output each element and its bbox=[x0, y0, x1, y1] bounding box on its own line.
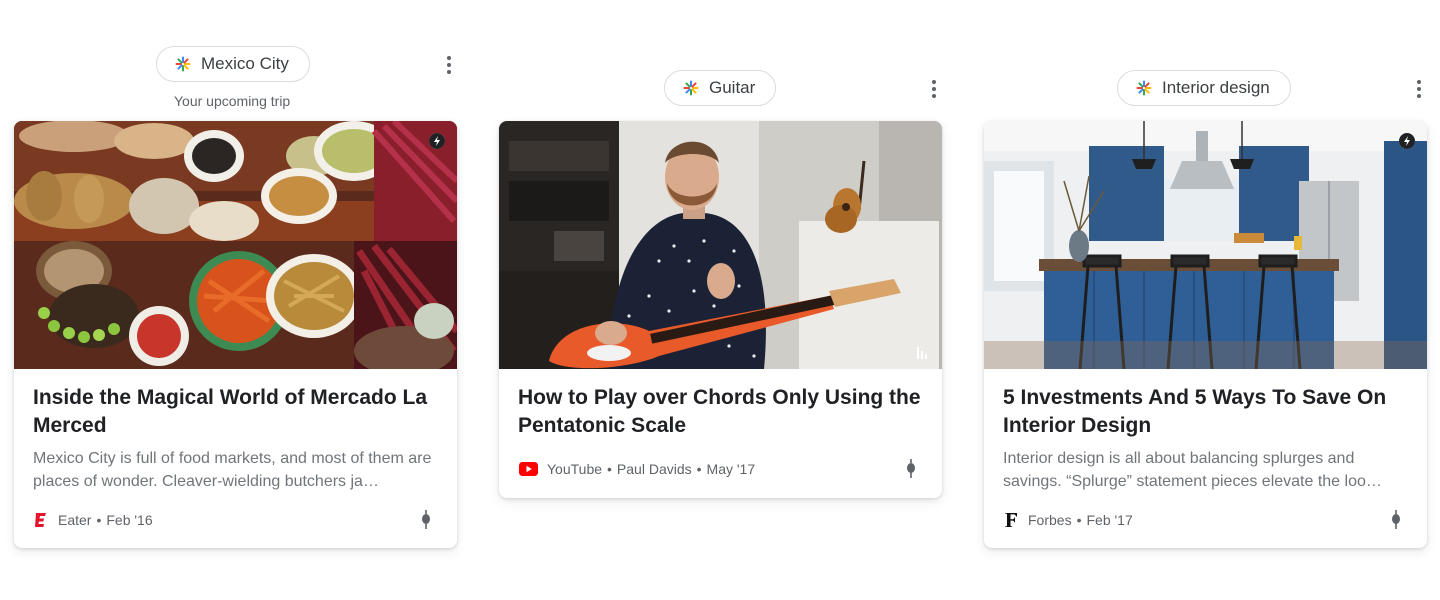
sparkle-icon bbox=[1136, 80, 1152, 96]
feed-column-interior-design: Interior design 5 Investments And 5 Ways… bbox=[984, 0, 1427, 600]
article-card-body: Inside the Magical World of Mercado La M… bbox=[14, 369, 457, 530]
eater-logo-icon bbox=[33, 512, 49, 528]
article-date: Feb '17 bbox=[1086, 512, 1133, 528]
topic-chip-guitar[interactable]: Guitar bbox=[664, 70, 777, 106]
topic-chip-subtitle: Your upcoming trip bbox=[174, 93, 291, 109]
topic-chip-mexico-city[interactable]: Mexico City bbox=[156, 46, 310, 82]
article-source: Eater bbox=[58, 512, 92, 528]
meta-separator: • bbox=[1076, 512, 1082, 528]
more-options-icon[interactable] bbox=[922, 77, 946, 101]
video-date: May '17 bbox=[706, 461, 756, 477]
article-meta: Eater • Feb '16 bbox=[33, 510, 438, 530]
youtube-play-icon bbox=[518, 461, 538, 477]
meta-separator: • bbox=[607, 461, 612, 477]
article-thumbnail[interactable] bbox=[984, 121, 1427, 369]
pin-icon[interactable] bbox=[414, 508, 438, 532]
blue-kitchen-image bbox=[984, 121, 1427, 369]
amp-lightning-icon bbox=[429, 133, 445, 149]
meta-separator: • bbox=[696, 461, 702, 477]
video-card[interactable]: How to Play over Chords Only Using the P… bbox=[499, 121, 942, 498]
article-card[interactable]: 5 Investments And 5 Ways To Save On Inte… bbox=[984, 121, 1427, 548]
more-options-icon[interactable] bbox=[437, 53, 461, 77]
topic-chip-label: Guitar bbox=[709, 78, 756, 97]
sparkle-icon bbox=[175, 56, 191, 72]
video-thumbnail[interactable] bbox=[499, 121, 942, 369]
article-thumbnail[interactable] bbox=[14, 121, 457, 369]
guitar-lesson-image bbox=[499, 121, 942, 369]
video-author: Paul Davids bbox=[616, 461, 692, 477]
article-source: Forbes bbox=[1028, 512, 1072, 528]
video-bars-icon bbox=[916, 345, 930, 359]
video-meta: YouTube • Paul Davids • May '17 bbox=[518, 459, 923, 479]
feed-column-guitar: Guitar How to Play over Chords Only Usin… bbox=[499, 0, 942, 600]
sparkle-icon bbox=[683, 80, 699, 96]
article-date: Feb '16 bbox=[106, 512, 153, 528]
video-card-body: How to Play over Chords Only Using the P… bbox=[499, 369, 942, 479]
pin-icon[interactable] bbox=[1384, 508, 1408, 532]
meta-separator: • bbox=[96, 512, 102, 528]
forbes-logo-icon bbox=[1003, 512, 1019, 528]
video-source: YouTube bbox=[547, 461, 603, 477]
article-meta: Forbes • Feb '17 bbox=[1003, 510, 1408, 530]
topic-chip-label: Interior design bbox=[1162, 78, 1270, 97]
video-title[interactable]: How to Play over Chords Only Using the P… bbox=[518, 384, 923, 440]
article-card-body: 5 Investments And 5 Ways To Save On Inte… bbox=[984, 369, 1427, 530]
market-food-image bbox=[14, 121, 457, 369]
article-title[interactable]: 5 Investments And 5 Ways To Save On Inte… bbox=[1003, 384, 1408, 440]
feed-column-mexico-city: Mexico City Your upcoming trip Inside th… bbox=[14, 0, 457, 600]
amp-lightning-icon bbox=[1399, 133, 1415, 149]
topic-chip-label: Mexico City bbox=[201, 54, 289, 73]
article-snippet: Interior design is all about balancing s… bbox=[1003, 450, 1382, 490]
article-card[interactable]: Inside the Magical World of Mercado La M… bbox=[14, 121, 457, 548]
article-title[interactable]: Inside the Magical World of Mercado La M… bbox=[33, 384, 438, 440]
pin-icon[interactable] bbox=[899, 457, 923, 481]
topic-chip-interior-design[interactable]: Interior design bbox=[1117, 70, 1291, 106]
more-options-icon[interactable] bbox=[1407, 77, 1431, 101]
article-snippet: Mexico City is full of food markets, and… bbox=[33, 450, 432, 490]
